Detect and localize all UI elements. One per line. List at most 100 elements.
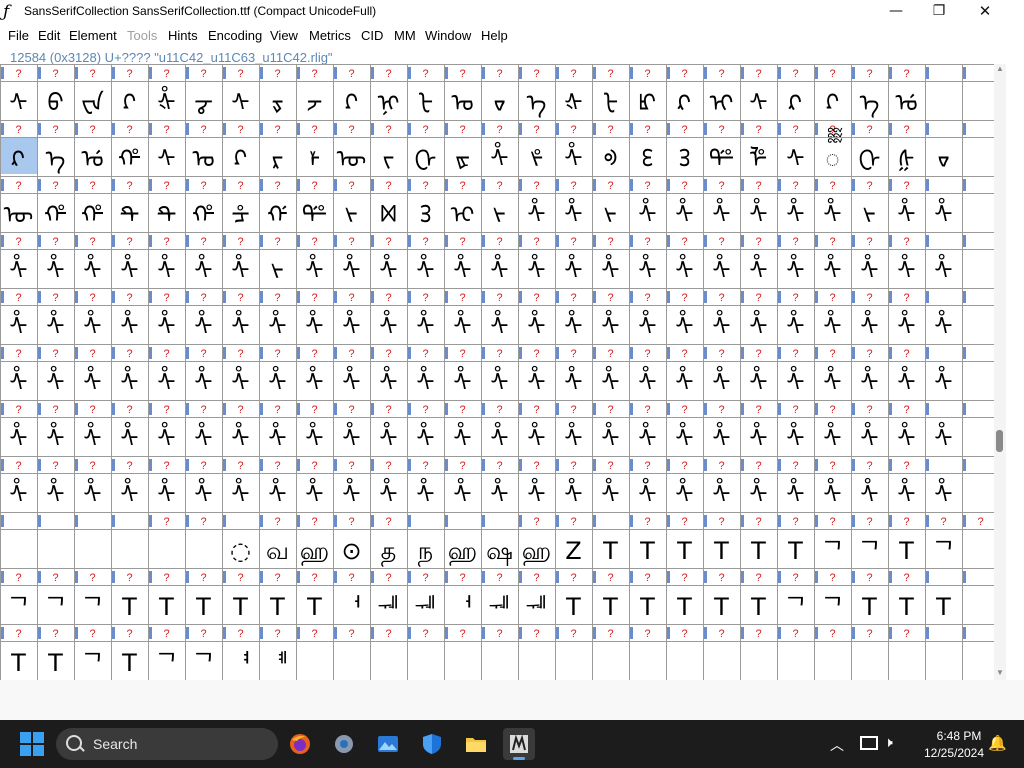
glyph-cell[interactable]: ᢥ bbox=[416, 310, 434, 341]
glyph-cell[interactable]: T bbox=[195, 593, 211, 621]
glyph-cell[interactable]: ᢣ bbox=[345, 201, 357, 229]
glyph-cell[interactable]: ᡡ bbox=[4, 201, 34, 229]
glyph-cell[interactable]: T bbox=[10, 649, 26, 677]
glyph-cell[interactable]: ᢥ bbox=[490, 310, 508, 341]
glyph-cell[interactable]: ᢥ bbox=[860, 478, 878, 509]
glyph-cell[interactable]: ᡗ bbox=[826, 89, 840, 117]
menu-metrics[interactable]: Metrics bbox=[309, 28, 351, 43]
glyph-cell[interactable]: ᢥ bbox=[897, 198, 915, 229]
glyph-cell[interactable]: ᢥ bbox=[564, 254, 582, 285]
tray-overflow-icon[interactable]: ︿ bbox=[830, 735, 844, 755]
glyph-cell[interactable]: ᢃ bbox=[679, 145, 691, 173]
glyph-cell[interactable]: ᢥ bbox=[564, 422, 582, 453]
glyph-cell[interactable]: T bbox=[121, 593, 137, 621]
glyph-cell[interactable]: ᢥ bbox=[823, 422, 841, 453]
glyph-cell[interactable]: ᢥ bbox=[453, 310, 471, 341]
glyph-cell[interactable]: ᢥ bbox=[675, 478, 693, 509]
glyph-cell[interactable]: ᠰ bbox=[231, 89, 249, 117]
glyph-cell[interactable]: ᢥ bbox=[83, 254, 101, 285]
glyph-cell[interactable]: ᅥ bbox=[451, 593, 473, 621]
glyph-cell[interactable]: ᢥ bbox=[897, 366, 915, 397]
glyph-cell[interactable]: ᢥ bbox=[342, 366, 360, 397]
glyph-cell[interactable]: ᢥ bbox=[564, 310, 582, 341]
glyph-cell[interactable]: ᢥ bbox=[675, 254, 693, 285]
glyph-cell[interactable]: ᢥ bbox=[934, 254, 952, 285]
glyph-cell[interactable]: ஹ bbox=[448, 537, 477, 566]
glyph-cell[interactable]: ᡌ bbox=[639, 89, 656, 117]
glyph-cell[interactable]: ᢥ bbox=[416, 366, 434, 397]
glyph-cell[interactable]: ᢥ bbox=[601, 254, 619, 285]
glyph-cell[interactable]: ᢥ bbox=[749, 366, 767, 397]
glyph-cell[interactable]: ᢥ bbox=[305, 254, 323, 285]
glyph-cell[interactable]: ᢥ bbox=[601, 422, 619, 453]
menu-cid[interactable]: CID bbox=[361, 28, 383, 43]
glyph-cell[interactable]: ᢥ bbox=[46, 254, 64, 285]
glyph-cell[interactable]: ᢥ bbox=[490, 366, 508, 397]
glyph-cell[interactable]: ᢥ bbox=[194, 478, 212, 509]
glyph-cell[interactable]: ᢥ bbox=[194, 254, 212, 285]
start-button[interactable] bbox=[20, 732, 44, 756]
glyph-cell[interactable]: ᢌ bbox=[271, 89, 283, 117]
glyph-cell[interactable]: ᢥ bbox=[342, 478, 360, 509]
glyph-cell[interactable]: ᢥ bbox=[527, 310, 545, 341]
glyph-cell[interactable]: ᢥ bbox=[564, 478, 582, 509]
glyph-cell[interactable]: ᢥ bbox=[120, 366, 138, 397]
glyph-cell[interactable]: ᢥ bbox=[231, 254, 249, 285]
glyph-cell[interactable]: ᢥ bbox=[379, 422, 397, 453]
glyph-cell[interactable]: ᢥ bbox=[638, 198, 656, 229]
glyph-cell[interactable]: ᄀ bbox=[821, 537, 843, 565]
glyph-cell[interactable]: ᢥ bbox=[564, 366, 582, 397]
glyph-cell[interactable]: ᢞ bbox=[530, 145, 543, 173]
clock-time[interactable]: 6:48 PM bbox=[936, 729, 982, 743]
glyph-cell[interactable]: ᄀ bbox=[81, 593, 103, 621]
security-icon[interactable] bbox=[416, 728, 448, 760]
glyph-cell[interactable]: T bbox=[750, 593, 766, 621]
glyph-cell[interactable]: ᢥ bbox=[268, 366, 286, 397]
glyph-cell[interactable]: ᢈ bbox=[451, 201, 475, 229]
glyph-cell[interactable]: ᠰ bbox=[786, 145, 804, 173]
glyph-cell[interactable]: T bbox=[47, 649, 63, 677]
glyph-cell[interactable]: ᢕ bbox=[859, 145, 881, 173]
glyph-cell[interactable]: ᢥ bbox=[305, 478, 323, 509]
firefox-icon[interactable] bbox=[284, 728, 316, 760]
glyph-cell[interactable]: ᠰ bbox=[157, 145, 175, 173]
glyph-cell[interactable]: ᡥ bbox=[118, 145, 141, 173]
glyph-cell[interactable]: ᢥ bbox=[231, 366, 249, 397]
glyph-cell[interactable]: ᢘ bbox=[455, 145, 470, 173]
glyph-cell[interactable]: ᡪ bbox=[383, 145, 395, 173]
glyph-cell[interactable]: ᢥ bbox=[860, 366, 878, 397]
glyph-cell[interactable]: T bbox=[935, 593, 951, 621]
glyph-cell[interactable]: ⊙ bbox=[341, 537, 361, 565]
glyph-cell[interactable]: ᄀ bbox=[858, 537, 880, 565]
glyph-cell[interactable]: ᢥ bbox=[194, 366, 212, 397]
glyph-cell[interactable]: ᢂ bbox=[380, 201, 396, 229]
glyph-cell[interactable]: ᠣ bbox=[451, 89, 473, 117]
glyph-cell[interactable]: ᢥ bbox=[342, 254, 360, 285]
glyph-cell[interactable]: ᢥ bbox=[268, 422, 286, 453]
glyph-cell[interactable]: ᢥ bbox=[675, 310, 693, 341]
glyph-cell[interactable]: ᢥ bbox=[527, 366, 545, 397]
glyph-cell[interactable]: ᢥ bbox=[564, 142, 582, 173]
glyph-cell[interactable]: ᡠ bbox=[895, 89, 917, 117]
glyph-cell[interactable]: ᡨ bbox=[120, 201, 140, 229]
glyph-cell[interactable]: ᢥ bbox=[490, 478, 508, 509]
menu-mm[interactable]: MM bbox=[394, 28, 416, 43]
glyph-cell[interactable]: ᢥ bbox=[305, 422, 323, 453]
glyph-cell[interactable]: ᡧ bbox=[564, 89, 582, 117]
glyph-cell[interactable]: ᠪ bbox=[47, 89, 63, 117]
glyph-cell[interactable]: ᢥ bbox=[157, 254, 175, 285]
glyph-cell[interactable]: ᢥ bbox=[453, 254, 471, 285]
glyph-cell[interactable]: ᢥ bbox=[490, 422, 508, 453]
glyph-cell[interactable]: ᢥ bbox=[453, 422, 471, 453]
file-explorer-icon[interactable] bbox=[460, 728, 492, 760]
glyph-cell[interactable]: ᡥ bbox=[81, 201, 104, 229]
glyph-cell[interactable]: T bbox=[602, 593, 618, 621]
glyph-cell[interactable]: T bbox=[713, 593, 729, 621]
glyph-cell[interactable]: ᠰ bbox=[9, 89, 27, 117]
glyph-cell[interactable]: ᢣ bbox=[271, 257, 283, 285]
glyph-cell[interactable]: ᢥ bbox=[934, 422, 952, 453]
glyph-cell[interactable]: ᢥ bbox=[749, 198, 767, 229]
taskbar-search[interactable]: Search bbox=[56, 728, 278, 760]
glyph-cell[interactable]: ᢣ bbox=[493, 201, 505, 229]
glyph-cell[interactable]: ᢥ bbox=[231, 478, 249, 509]
